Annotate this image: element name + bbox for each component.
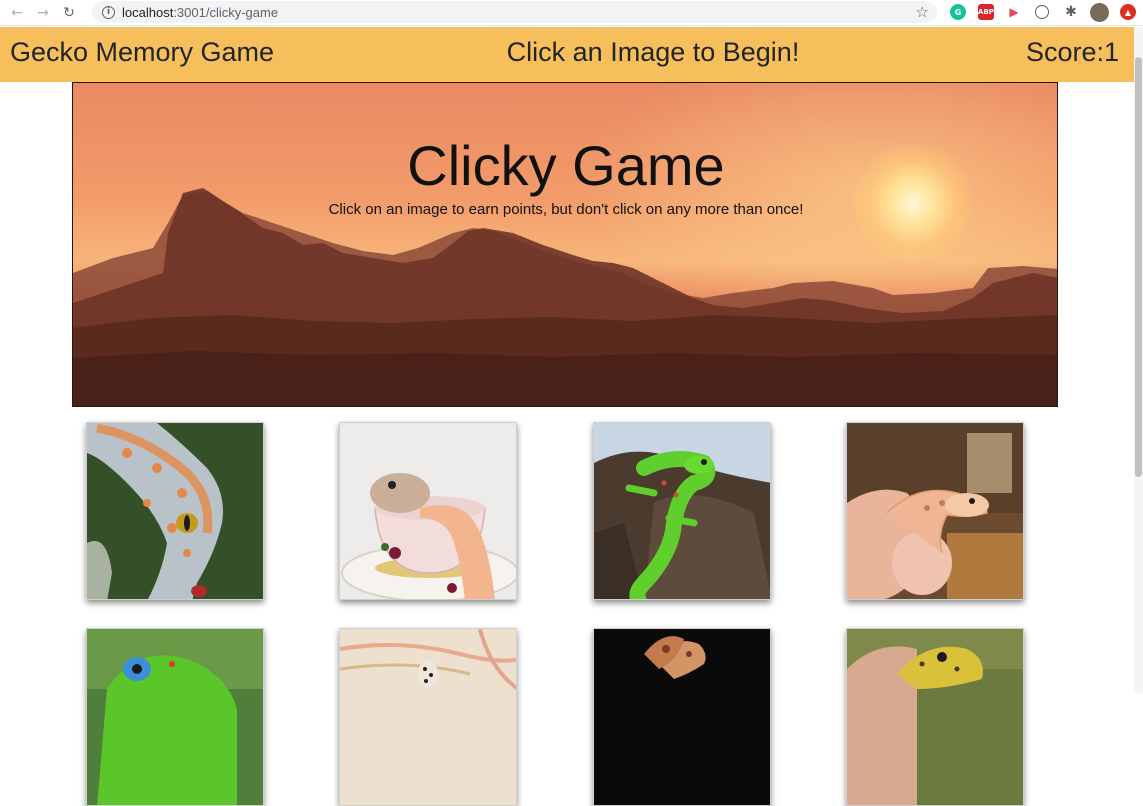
leopard-gecko-in-hand-image	[847, 423, 1023, 599]
gecko-on-black-image	[594, 629, 770, 805]
gecko-teacup-card[interactable]	[339, 422, 517, 600]
reload-icon[interactable]: ↻	[60, 4, 78, 22]
desert-mesa-landscape-image	[73, 188, 1057, 406]
video-extension-icon[interactable]: ▶	[1006, 4, 1022, 20]
hero-title: Clicky Game	[407, 134, 725, 197]
tokay-gecko-card[interactable]	[86, 422, 264, 600]
reader-extension-icon[interactable]	[1035, 5, 1049, 19]
bookmark-star-icon[interactable]: ☆	[916, 3, 929, 21]
site-info-icon[interactable]: i	[102, 5, 115, 19]
gecko-in-teacup-image	[340, 423, 516, 599]
address-bar[interactable]: i localhost:3001/clicky-game ☆	[92, 1, 937, 23]
adblock-extension-icon[interactable]: ABP	[978, 4, 994, 20]
profile-avatar-icon[interactable]	[1090, 3, 1109, 22]
tokay-gecko-image	[87, 423, 263, 599]
green-gecko-closeup-card[interactable]	[86, 628, 264, 806]
green-day-gecko-image	[594, 423, 770, 599]
extensions-puzzle-icon[interactable]: ✱	[1063, 4, 1079, 20]
yellow-gecko-in-hand-image	[847, 629, 1023, 805]
hero-subtitle: Click on an image to earn points, but do…	[328, 201, 804, 218]
page-scrollbar[interactable]	[1134, 27, 1143, 693]
browser-toolbar: ← → ↻ i localhost:3001/clicky-game ☆ G A…	[0, 0, 1143, 26]
scrollbar-thumb[interactable]	[1135, 57, 1142, 477]
status-message: Click an Image to Begin!	[506, 37, 800, 67]
yellow-gecko-hand-card[interactable]	[846, 628, 1024, 806]
spotted-gecko-sand-card[interactable]	[339, 628, 517, 806]
gecko-black-card[interactable]	[593, 628, 771, 806]
forward-arrow-icon[interactable]: →	[34, 4, 52, 22]
url-text: localhost:3001/clicky-game	[122, 4, 279, 20]
hero-jumbotron: Clicky Game Click on an image to earn po…	[72, 82, 1058, 407]
spotted-gecko-on-sand-image	[340, 629, 516, 805]
green-day-gecko-card[interactable]	[593, 422, 771, 600]
grammarly-extension-icon[interactable]: G	[950, 4, 966, 20]
back-arrow-icon[interactable]: ←	[8, 4, 26, 22]
update-alert-icon[interactable]: ▲	[1120, 4, 1136, 20]
leopard-gecko-hand-card[interactable]	[846, 422, 1024, 600]
green-gecko-closeup-image	[87, 629, 263, 805]
score-display: Score:1	[1025, 37, 1119, 67]
app-navbar: Gecko Memory Game Click an Image to Begi…	[0, 27, 1143, 82]
